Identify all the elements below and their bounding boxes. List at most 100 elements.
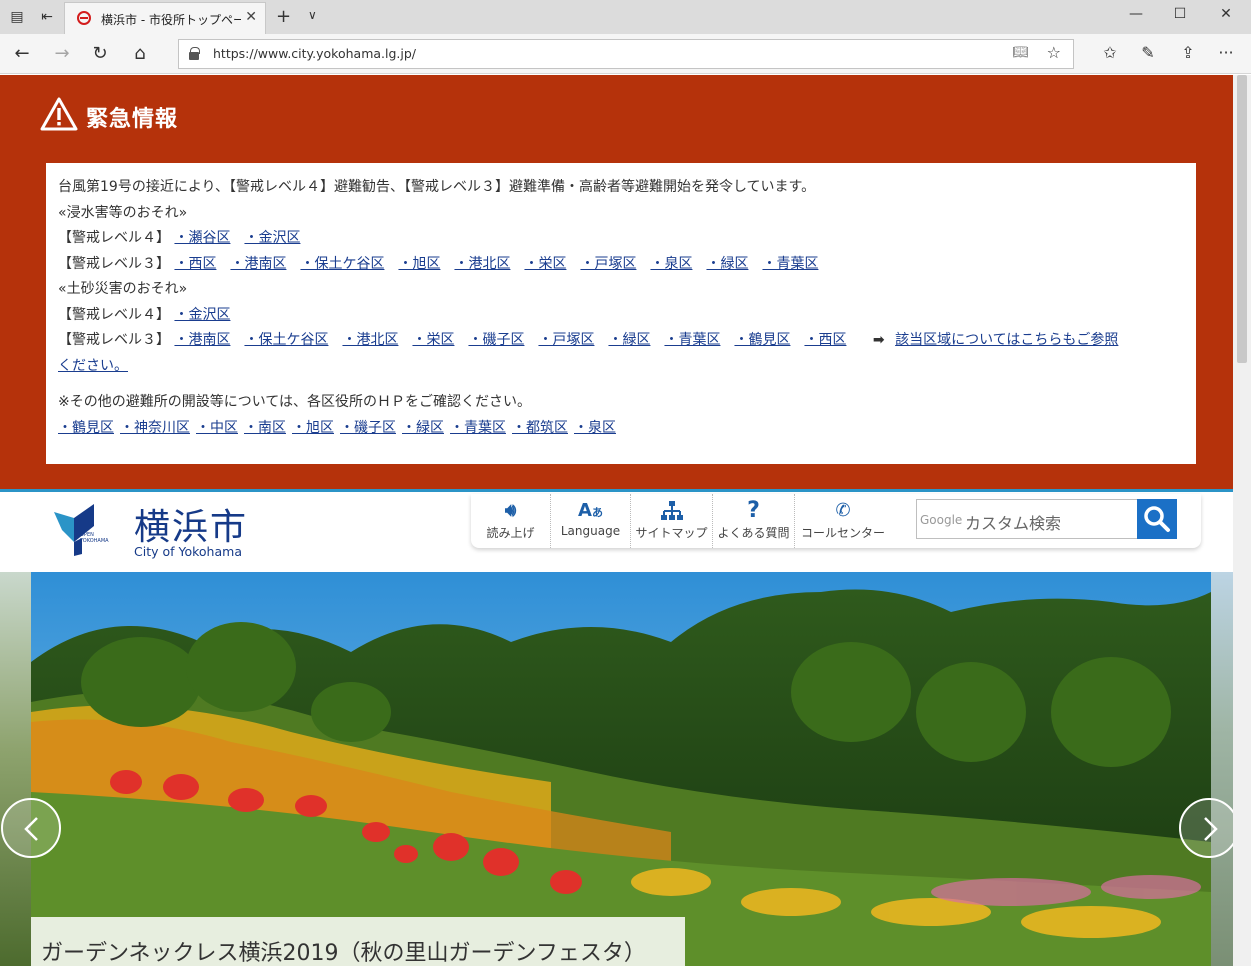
affected-area-link-cont[interactable]: ください。: [58, 358, 128, 374]
next-slide-preview: [1211, 572, 1233, 966]
ward-link[interactable]: ・青葉区: [450, 420, 506, 436]
scrollbar-thumb[interactable]: [1237, 75, 1247, 363]
close-tab-icon[interactable]: ✕: [245, 9, 257, 25]
set-tabs-aside-icon[interactable]: ⇤: [38, 8, 56, 26]
new-tab-icon[interactable]: +: [276, 6, 291, 27]
sitemap-button[interactable]: サイトマップ: [631, 494, 713, 548]
site-logo-en[interactable]: City of Yokohama: [134, 544, 242, 559]
question-icon: ?: [747, 498, 760, 523]
tab-list-chevron-icon[interactable]: ∨: [308, 8, 317, 22]
ward-link[interactable]: ・栄区: [524, 256, 566, 272]
ward-link[interactable]: ・金沢区: [244, 230, 300, 246]
ward-link[interactable]: ・鶴見区: [734, 332, 790, 348]
ward-link[interactable]: ・金沢区: [174, 307, 230, 323]
search-placeholder: カスタム検索: [965, 514, 1062, 533]
landslide-level4-row: 【警戒レベル４】 ・金沢区: [58, 303, 1184, 329]
search-icon: [1144, 506, 1170, 532]
ward-link[interactable]: ・磯子区: [340, 420, 396, 436]
read-aloud-button[interactable]: 🔊︎ 読み上げ: [471, 494, 551, 548]
slider-prev-button[interactable]: [1, 798, 61, 858]
ward-link[interactable]: ・港南区: [174, 332, 230, 348]
faq-button[interactable]: ? よくある質問: [713, 494, 795, 548]
ward-link[interactable]: ・港北区: [454, 256, 510, 272]
utility-nav: 🔊︎ 読み上げ Aあ Language サイトマップ ? よくある質問 ✆ コー…: [471, 494, 1201, 548]
ward-link[interactable]: ・磯子区: [468, 332, 524, 348]
share-icon[interactable]: ⇪: [1176, 43, 1200, 62]
page-scrollbar[interactable]: [1233, 75, 1251, 966]
pen-notes-icon[interactable]: ✎: [1136, 43, 1160, 62]
ward-link[interactable]: ・港南区: [230, 256, 286, 272]
ward-links-row: ・鶴見区 ・神奈川区 ・中区 ・南区 ・旭区 ・磯子区 ・緑区 ・青葉区 ・都筑区 ・泉区: [58, 416, 1184, 442]
minimize-icon[interactable]: —: [1124, 6, 1148, 22]
ward-link[interactable]: ・保土ケ谷区: [244, 332, 328, 348]
slide-caption[interactable]: ガーデンネックレス横浜2019（秋の里山ガーデンフェスタ）: [31, 917, 685, 966]
ward-link[interactable]: ・青葉区: [664, 332, 720, 348]
favorite-star-icon[interactable]: ☆: [1047, 43, 1061, 62]
more-menu-icon[interactable]: ···: [1214, 43, 1238, 62]
ward-link[interactable]: ・栄区: [412, 332, 454, 348]
landslide-level3-row: 【警戒レベル３】 ・港南区 ・保土ケ谷区 ・港北区 ・栄区 ・磯子区 ・戸塚区 ・緑区 ・青葉…: [58, 328, 1184, 354]
emergency-banner: 緊急情報 台風第19号の接近により、【警戒レベル４】避難勧告、【警戒レベル３】避…: [0, 75, 1233, 489]
ward-link[interactable]: ・泉区: [650, 256, 692, 272]
affected-area-link[interactable]: 該当区域についてはこちらもご参照: [895, 332, 1118, 348]
previous-slide-preview: [0, 572, 31, 966]
ward-link[interactable]: ・南区: [244, 420, 286, 436]
browser-tab-active[interactable]: 横浜市 - 市役所トップペー ✕: [64, 2, 266, 34]
page-viewport: 緊急情報 台風第19号の接近により、【警戒レベル４】避難勧告、【警戒レベル３】避…: [0, 75, 1233, 966]
arrow-right-icon: ➡: [872, 332, 885, 348]
ward-link[interactable]: ・西区: [174, 256, 216, 272]
affected-area-link-cont-row: ください。: [58, 354, 1184, 380]
ward-link[interactable]: ・戸塚区: [538, 332, 594, 348]
address-url[interactable]: https://www.city.yokohama.lg.jp/: [213, 46, 416, 61]
utility-label: よくある質問: [717, 526, 790, 540]
browser-toolbar: ← → ↻ ⌂ https://www.city.yokohama.lg.jp/…: [0, 34, 1251, 74]
yokohama-logo-icon[interactable]: [52, 502, 98, 556]
close-window-icon[interactable]: ✕: [1214, 6, 1238, 22]
ward-link[interactable]: ・緑区: [402, 420, 444, 436]
ward-link[interactable]: ・旭区: [398, 256, 440, 272]
sitemap-icon: [661, 501, 683, 520]
hero-garden-photo[interactable]: [31, 572, 1211, 966]
ward-link[interactable]: ・鶴見区: [58, 420, 114, 436]
flood-level3-links: ・西区 ・港南区 ・保土ケ谷区 ・旭区 ・港北区 ・栄区 ・戸塚区 ・泉区 ・緑区 ・青葉区: [174, 256, 832, 272]
flood-level4-links: ・瀬谷区 ・金沢区: [174, 230, 314, 246]
ward-link[interactable]: ・都筑区: [512, 420, 568, 436]
warning-icon: [40, 97, 78, 131]
tab-manager-icon[interactable]: ▤: [8, 8, 26, 26]
utility-label: サイトマップ: [635, 526, 708, 540]
ward-link[interactable]: ・神奈川区: [120, 420, 190, 436]
emergency-title: 緊急情報: [86, 107, 179, 132]
utility-label: Language: [560, 524, 621, 538]
favorites-list-icon[interactable]: ✩: [1098, 43, 1122, 62]
ward-link[interactable]: ・西区: [804, 332, 846, 348]
home-icon[interactable]: ⌂: [128, 43, 152, 64]
ward-link[interactable]: ・保土ケ谷区: [300, 256, 384, 272]
address-bar[interactable]: https://www.city.yokohama.lg.jp/ 📖︎ ☆: [178, 39, 1074, 69]
ward-link[interactable]: ・泉区: [574, 420, 616, 436]
ward-link[interactable]: ・瀬谷区: [174, 230, 230, 246]
ward-link[interactable]: ・旭区: [292, 420, 334, 436]
ward-link[interactable]: ・戸塚区: [580, 256, 636, 272]
refresh-icon[interactable]: ↻: [88, 43, 112, 64]
ward-link[interactable]: ・青葉区: [762, 256, 818, 272]
language-button[interactable]: Aあ Language: [551, 494, 631, 548]
slider-next-button[interactable]: [1179, 798, 1233, 858]
call-center-button[interactable]: ✆ コールセンター: [795, 494, 891, 548]
landslide-level3-links: ・港南区 ・保土ケ谷区 ・港北区 ・栄区 ・磯子区 ・戸塚区 ・緑区 ・青葉区 ・鶴見区 ・西区: [174, 332, 860, 348]
chevron-left-icon: [24, 817, 38, 841]
ward-link[interactable]: ・中区: [196, 420, 238, 436]
site-search-input[interactable]: Google カスタム検索: [916, 499, 1138, 539]
reading-view-icon[interactable]: 📖︎: [1012, 45, 1029, 60]
ward-link[interactable]: ・港北区: [342, 332, 398, 348]
utility-label: コールセンター: [800, 526, 885, 540]
level3-label: 【警戒レベル３】: [58, 255, 170, 272]
search-button[interactable]: [1137, 499, 1177, 539]
site-header: OPEN YOKOHAMA 横浜市 City of Yokohama 🔊︎ 読み…: [0, 489, 1233, 572]
forward-icon[interactable]: →: [50, 43, 74, 64]
ward-link[interactable]: ・緑区: [706, 256, 748, 272]
maximize-icon[interactable]: ☐: [1168, 6, 1192, 22]
site-logo-ja[interactable]: 横浜市: [134, 498, 248, 550]
ward-link[interactable]: ・緑区: [608, 332, 650, 348]
level4-label: 【警戒レベル４】: [58, 306, 170, 323]
back-icon[interactable]: ←: [10, 43, 34, 64]
